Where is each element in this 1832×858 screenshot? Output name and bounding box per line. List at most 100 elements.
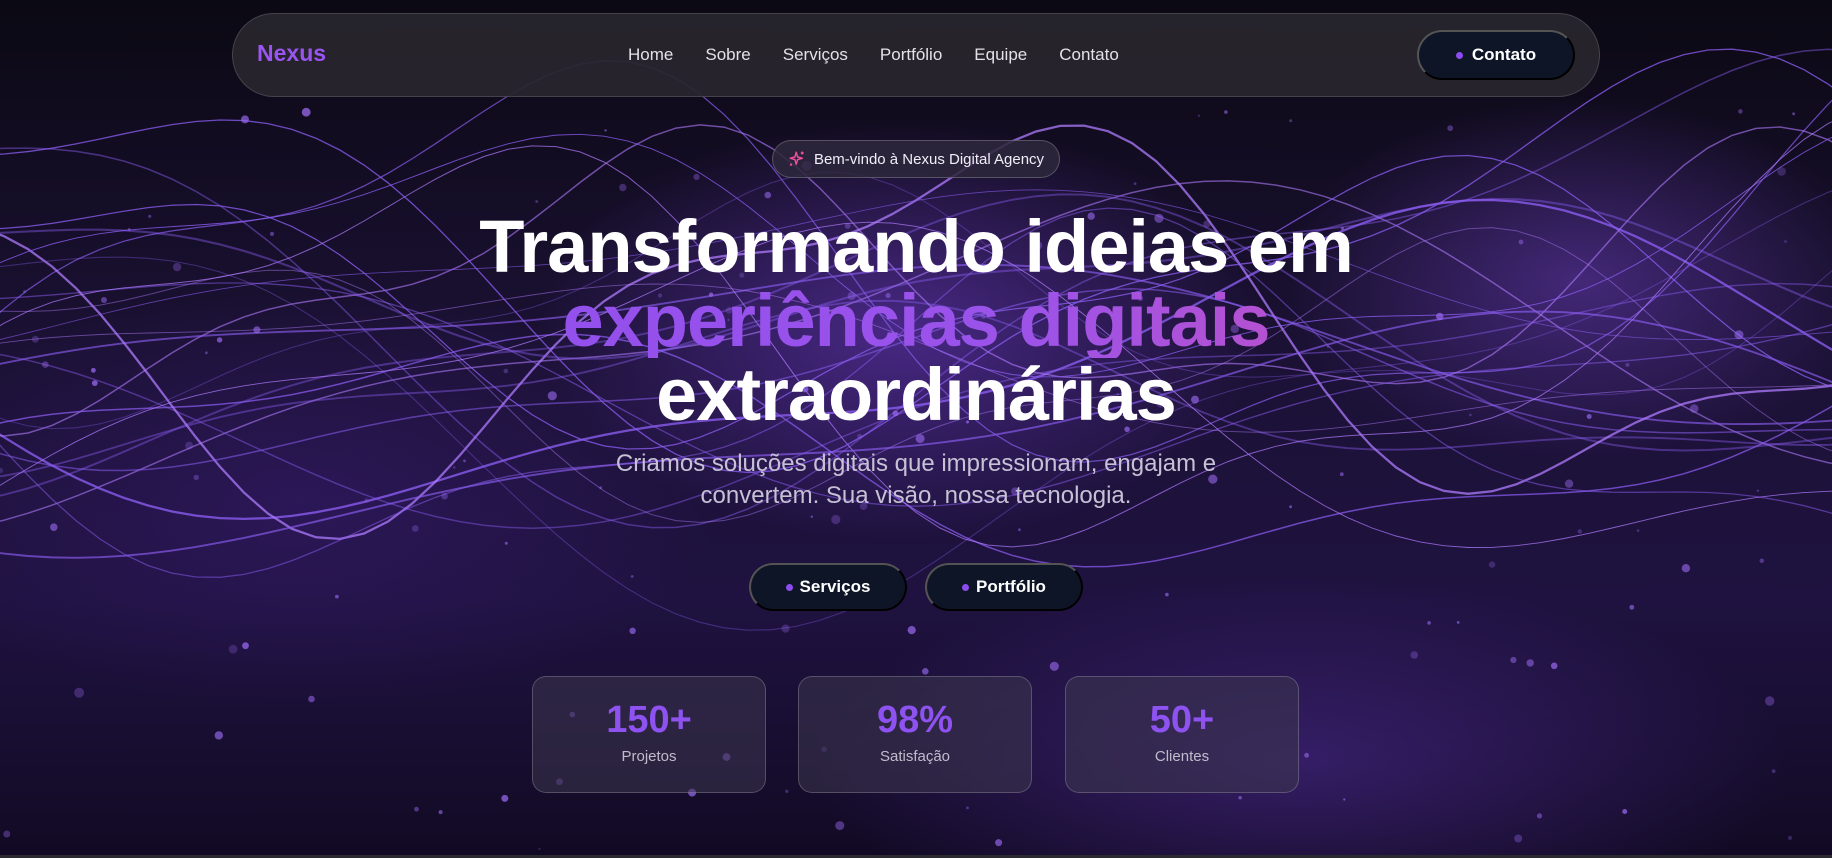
particle [242, 642, 249, 650]
badge-text: Bem-vindo à Nexus Digital Agency [813, 150, 1045, 168]
particle [228, 644, 238, 654]
nav-link-sobre[interactable]: Sobre [705, 45, 750, 65]
particle [335, 594, 339, 599]
particle [764, 191, 772, 199]
particle [1049, 661, 1059, 671]
particle [535, 200, 539, 203]
particle [693, 173, 700, 180]
stat-value: 150+ [606, 699, 692, 741]
particle [1427, 621, 1431, 625]
stat-value: 98% [876, 699, 954, 741]
particle [1238, 796, 1242, 800]
particle [1456, 621, 1460, 624]
particle [193, 474, 199, 481]
particle [1756, 489, 1759, 492]
particle [0, 467, 4, 474]
particle [441, 492, 448, 500]
particle [781, 624, 790, 633]
particle [1514, 834, 1523, 843]
particle [1787, 835, 1793, 841]
particle [995, 839, 1003, 847]
hero-subtitle: Criamos soluções digitais que impression… [615, 450, 1217, 509]
stat-card-projects: 150+ Projetos [532, 676, 766, 793]
particle [1771, 769, 1776, 774]
particle [1165, 592, 1169, 597]
dot-icon [1455, 51, 1463, 59]
hero-headline: Transformando ideias em experiências dig… [0, 210, 1832, 432]
particle [463, 459, 466, 463]
particle [414, 806, 419, 812]
particle [538, 847, 541, 851]
particle [301, 107, 311, 117]
particle [835, 821, 845, 831]
particle [1792, 112, 1795, 116]
welcome-badge: Bem-vindo à Nexus Digital Agency [772, 140, 1060, 178]
particle [922, 668, 929, 675]
particle [1777, 167, 1786, 176]
particle [1197, 114, 1200, 117]
stat-label: Projetos [621, 748, 677, 765]
nav-links: Home Sobre Serviços Portfólio Equipe Con… [628, 45, 1151, 65]
contact-button[interactable]: Contato [1417, 30, 1575, 80]
particle [1488, 561, 1496, 568]
particle [966, 806, 969, 810]
nav-link-portfolio[interactable]: Portfólio [880, 45, 942, 65]
particle [241, 115, 249, 124]
services-button[interactable]: Serviços [749, 563, 907, 611]
particle [3, 830, 11, 838]
portfolio-button-label: Portfólio [976, 577, 1046, 596]
particle [1759, 558, 1765, 564]
particle [214, 731, 223, 740]
particle [501, 794, 509, 802]
logo[interactable]: Nexus [257, 40, 326, 67]
particle [411, 525, 419, 532]
particle [1550, 662, 1558, 670]
particle [453, 466, 456, 469]
particle [1133, 182, 1137, 186]
particle [810, 515, 813, 518]
contact-button-label: Contato [1471, 45, 1537, 64]
particle [1629, 604, 1635, 610]
particle [1224, 110, 1228, 114]
particle [50, 523, 58, 531]
particle [438, 810, 443, 815]
particle [1577, 529, 1583, 534]
nav-link-contato[interactable]: Contato [1059, 45, 1119, 65]
particle [1289, 119, 1293, 123]
headline-line-1: Transformando ideias em [479, 205, 1354, 288]
particle [504, 541, 508, 545]
particle [364, 498, 369, 503]
headline-line-3: extraordinárias [656, 353, 1177, 436]
particle [1510, 656, 1517, 664]
services-button-label: Serviços [799, 577, 871, 596]
particle [308, 695, 315, 703]
particle [1289, 505, 1292, 509]
particle [604, 129, 607, 132]
nav-link-equipe[interactable]: Equipe [974, 45, 1027, 65]
particle [1447, 125, 1454, 132]
particle [630, 575, 634, 578]
stat-label: Clientes [1154, 748, 1210, 765]
particle [1339, 472, 1344, 477]
portfolio-button[interactable]: Portfólio [925, 563, 1083, 611]
particle [619, 183, 627, 192]
dot-icon [785, 583, 793, 591]
particle [1564, 479, 1574, 488]
particle [1622, 809, 1628, 814]
particle [185, 441, 194, 450]
nav-link-servicos[interactable]: Serviços [783, 45, 848, 65]
particle [1536, 813, 1543, 819]
particle [907, 626, 916, 635]
particle [629, 627, 636, 634]
stat-card-satisfaction: 98% Satisfação [798, 676, 1032, 793]
hero-section: Nexus Home Sobre Serviços Portfólio Equi… [0, 0, 1832, 858]
sparkle-icon [789, 151, 804, 166]
dot-icon [962, 583, 970, 591]
nav-link-home[interactable]: Home [628, 45, 673, 65]
headline-line-2-gradient: experiências digitais [0, 284, 1832, 358]
particle [1526, 659, 1534, 667]
stat-value: 50+ [1149, 699, 1215, 741]
stat-label: Satisfação [879, 748, 951, 765]
particle [1343, 798, 1346, 801]
particle [1304, 752, 1309, 758]
